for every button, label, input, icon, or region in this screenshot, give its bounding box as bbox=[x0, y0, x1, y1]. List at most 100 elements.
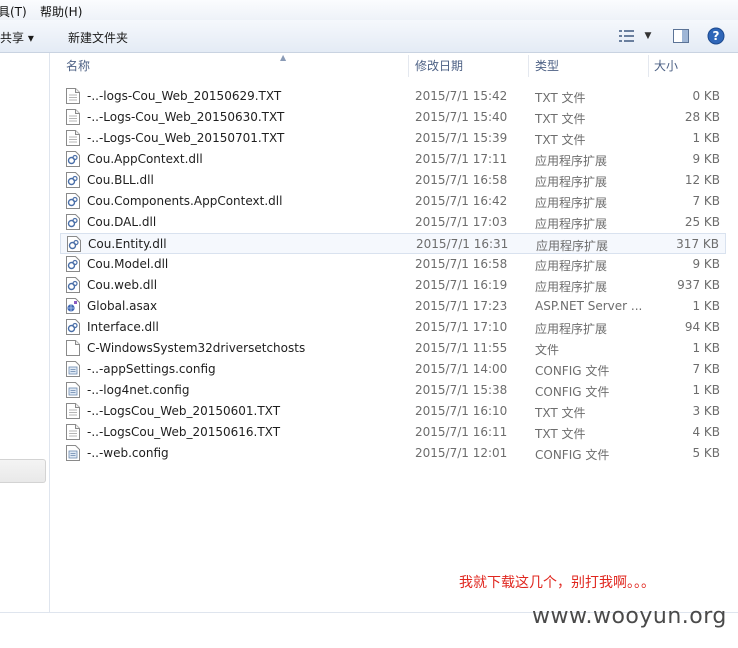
file-date: 2015/7/1 15:40 bbox=[415, 110, 508, 124]
file-size: 0 KB bbox=[692, 89, 720, 103]
dll-file-icon bbox=[66, 319, 80, 335]
file-row[interactable]: Cou.AppContext.dll 2015/7/1 17:11 应用程序扩展 9 … bbox=[60, 149, 726, 170]
annotation-text: 我就下载这几个，别打我啊。。。 bbox=[459, 575, 655, 591]
file-type: 文件 bbox=[535, 343, 560, 357]
column-header-name[interactable]: 名称 bbox=[66, 53, 90, 79]
file-type: 应用程序扩展 bbox=[535, 154, 608, 168]
file-row[interactable]: -..-logs-Cou_Web_20150629.TXT 2015/7/1 15… bbox=[60, 86, 726, 107]
blank-file-icon bbox=[66, 340, 80, 356]
file-row[interactable]: Cou.web.dll 2015/7/1 16:19 应用程序扩展 937 KB bbox=[60, 275, 726, 296]
text-file-icon bbox=[66, 109, 80, 125]
navigation-pane[interactable] bbox=[0, 53, 50, 613]
file-row[interactable]: -..-LogsCou_Web_20150616.TXT 2015/7/1 16:… bbox=[60, 422, 726, 443]
file-type: 应用程序扩展 bbox=[535, 259, 608, 273]
file-size: 937 KB bbox=[677, 278, 720, 292]
file-date: 2015/7/1 16:11 bbox=[415, 425, 508, 439]
file-name: -..-appSettings.config bbox=[87, 362, 216, 376]
file-row[interactable]: -..-Logs-Cou_Web_20150701.TXT 2015/7/1 15… bbox=[60, 128, 726, 149]
file-date: 2015/7/1 17:11 bbox=[415, 152, 508, 166]
column-header-type[interactable]: 类型 bbox=[535, 53, 559, 79]
file-date: 2015/7/1 15:42 bbox=[415, 89, 508, 103]
config-file-icon bbox=[66, 361, 80, 377]
file-size: 28 KB bbox=[684, 110, 720, 124]
file-date: 2015/7/1 17:23 bbox=[415, 299, 508, 313]
file-size: 1 KB bbox=[692, 131, 720, 145]
file-row[interactable]: Cou.Entity.dll 2015/7/1 16:31 应用程序扩展 317 KB bbox=[60, 233, 726, 254]
file-row[interactable]: -..-web.config 2015/7/1 12:01 CONFIG 文件 5 K… bbox=[60, 443, 726, 464]
file-name: Cou.Entity.dll bbox=[88, 237, 167, 251]
column-header-date[interactable]: 修改日期 bbox=[415, 53, 463, 79]
file-name: Cou.Model.dll bbox=[87, 257, 169, 271]
file-name: Cou.Components.AppContext.dll bbox=[87, 194, 283, 208]
dll-file-icon bbox=[67, 236, 81, 252]
dll-file-icon bbox=[66, 256, 80, 272]
file-row[interactable]: -..-appSettings.config 2015/7/1 14:00 CONF… bbox=[60, 359, 726, 380]
file-size: 9 KB bbox=[692, 257, 720, 271]
file-row[interactable]: -..-LogsCou_Web_20150601.TXT 2015/7/1 16:… bbox=[60, 401, 726, 422]
chevron-down-icon: ▼ bbox=[644, 31, 652, 41]
file-date: 2015/7/1 16:58 bbox=[415, 257, 508, 271]
column-divider[interactable] bbox=[528, 55, 529, 77]
command-bar: 共享 ▾ 新建文件夹 ▼ ? bbox=[0, 20, 738, 53]
file-size: 1 KB bbox=[692, 341, 720, 355]
file-date: 2015/7/1 16:10 bbox=[415, 404, 508, 418]
sort-up-icon: ▲ bbox=[280, 53, 287, 62]
file-row[interactable]: Interface.dll 2015/7/1 17:10 应用程序扩展 94 KB bbox=[60, 317, 726, 338]
file-size: 12 KB bbox=[684, 173, 720, 187]
svg-text:?: ? bbox=[713, 29, 720, 43]
file-type: TXT 文件 bbox=[535, 112, 586, 126]
file-name: -..-Logs-Cou_Web_20150630.TXT bbox=[87, 110, 285, 124]
column-header-size[interactable]: 大小 bbox=[654, 53, 678, 79]
file-row[interactable]: Cou.DAL.dll 2015/7/1 17:03 应用程序扩展 25 KB bbox=[60, 212, 726, 233]
column-divider[interactable] bbox=[408, 55, 409, 77]
file-row[interactable]: C-WindowsSystem32driversetchosts 2015/7/1… bbox=[60, 338, 726, 359]
text-file-icon bbox=[66, 130, 80, 146]
view-options-button[interactable]: ▼ bbox=[617, 26, 653, 46]
file-row[interactable]: Global.asax 2015/7/1 17:23 ASP.NET Server … bbox=[60, 296, 726, 317]
text-file-icon bbox=[66, 88, 80, 104]
share-button[interactable]: 共享 ▾ bbox=[0, 29, 34, 46]
preview-pane-button[interactable] bbox=[671, 26, 691, 46]
file-size: 7 KB bbox=[692, 194, 720, 208]
dll-file-icon bbox=[66, 151, 80, 167]
column-divider[interactable] bbox=[648, 55, 649, 77]
file-type: 应用程序扩展 bbox=[536, 239, 609, 253]
file-row[interactable]: -..-log4net.config 2015/7/1 15:38 CONFIG 文… bbox=[60, 380, 726, 401]
file-size: 94 KB bbox=[684, 320, 720, 334]
menu-tools[interactable]: 具(T) bbox=[0, 3, 27, 20]
file-row[interactable]: Cou.BLL.dll 2015/7/1 16:58 应用程序扩展 12 KB bbox=[60, 170, 726, 191]
file-size: 3 KB bbox=[692, 404, 720, 418]
nav-selected-item[interactable] bbox=[0, 459, 46, 483]
file-date: 2015/7/1 15:38 bbox=[415, 383, 508, 397]
file-name: C-WindowsSystem32driversetchosts bbox=[87, 341, 306, 355]
file-type: 应用程序扩展 bbox=[535, 217, 608, 231]
file-size: 1 KB bbox=[692, 299, 720, 313]
file-date: 2015/7/1 17:03 bbox=[415, 215, 508, 229]
file-row[interactable]: -..-Logs-Cou_Web_20150630.TXT 2015/7/1 15… bbox=[60, 107, 726, 128]
file-date: 2015/7/1 14:00 bbox=[415, 362, 508, 376]
file-date: 2015/7/1 16:19 bbox=[415, 278, 508, 292]
file-name: -..-LogsCou_Web_20150601.TXT bbox=[87, 404, 281, 418]
file-name: -..-LogsCou_Web_20150616.TXT bbox=[87, 425, 281, 439]
file-size: 5 KB bbox=[692, 446, 720, 460]
file-name: -..-web.config bbox=[87, 446, 169, 460]
file-name: -..-Logs-Cou_Web_20150701.TXT bbox=[87, 131, 285, 145]
file-row[interactable]: Cou.Model.dll 2015/7/1 16:58 应用程序扩展 9 KB bbox=[60, 254, 726, 275]
file-size: 4 KB bbox=[692, 425, 720, 439]
file-name: Cou.web.dll bbox=[87, 278, 158, 292]
file-name: Cou.AppContext.dll bbox=[87, 152, 203, 166]
menu-bar: 具(T) 帮助(H) bbox=[0, 0, 738, 21]
file-row[interactable]: Cou.Components.AppContext.dll 2015/7/1 16… bbox=[60, 191, 726, 212]
help-button[interactable]: ? bbox=[706, 26, 726, 46]
file-size: 7 KB bbox=[692, 362, 720, 376]
file-date: 2015/7/1 16:42 bbox=[415, 194, 508, 208]
menu-help[interactable]: 帮助(H) bbox=[40, 3, 82, 20]
file-type: CONFIG 文件 bbox=[535, 448, 610, 462]
new-folder-button[interactable]: 新建文件夹 bbox=[68, 29, 128, 46]
file-type: CONFIG 文件 bbox=[535, 364, 610, 378]
file-date: 2015/7/1 11:55 bbox=[415, 341, 508, 355]
file-size: 25 KB bbox=[684, 215, 720, 229]
file-type: TXT 文件 bbox=[535, 91, 586, 105]
file-type: ASP.NET Server ... bbox=[535, 299, 643, 313]
file-date: 2015/7/1 16:58 bbox=[415, 173, 508, 187]
